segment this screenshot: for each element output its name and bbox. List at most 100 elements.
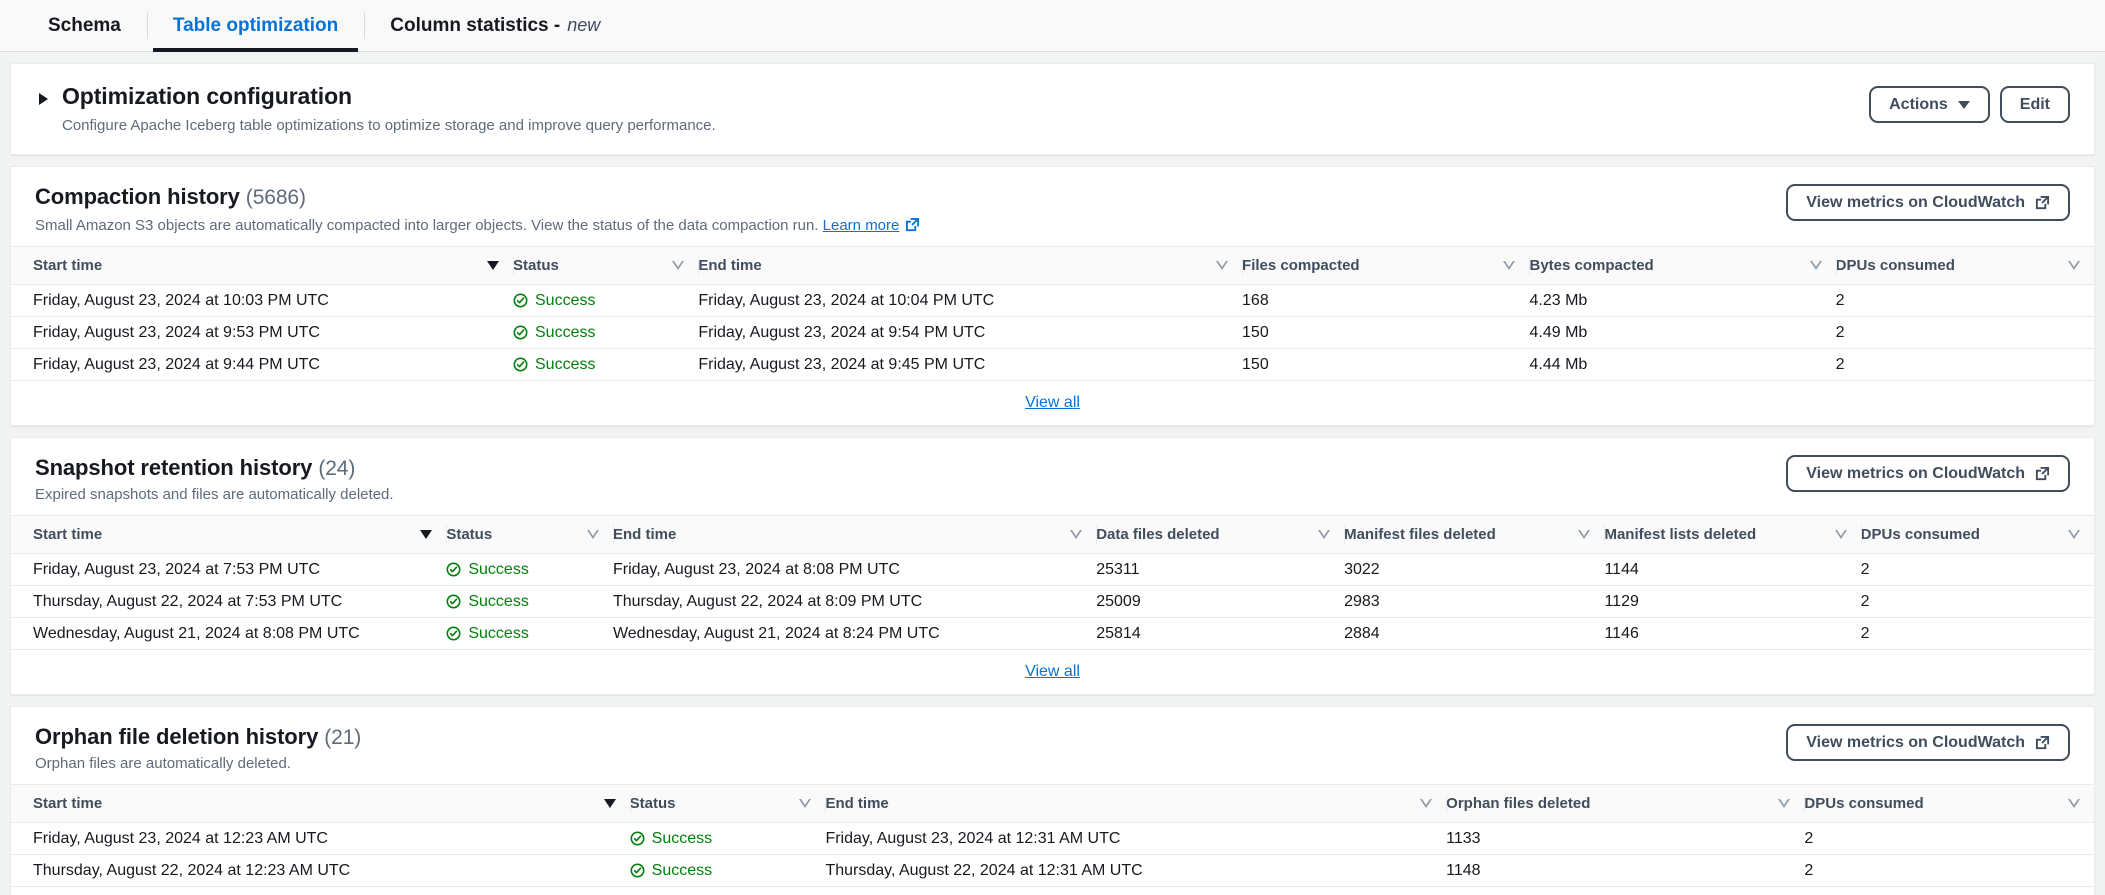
sort-descending-active-icon[interactable]	[604, 799, 616, 808]
sort-icon[interactable]	[2068, 799, 2080, 808]
compaction-history-header: Compaction history (5686)Small Amazon S3…	[11, 167, 2094, 246]
external-link-icon	[2035, 466, 2050, 481]
orphan-file-deletion-history-panel: Orphan file deletion history (21) Orphan …	[10, 706, 2095, 895]
column-header-bytes-compacted[interactable]: Bytes compacted	[1529, 247, 1835, 285]
table-row[interactable]: Thursday, August 22, 2024 at 12:23 AM UT…	[11, 855, 2094, 887]
sort-icon[interactable]	[2068, 530, 2080, 539]
sort-icon[interactable]	[672, 261, 684, 270]
table-cell: 1144	[1604, 554, 1860, 586]
table-optimization-page: SchemaTable optimizationColumn statistic…	[0, 0, 2105, 895]
table-row[interactable]: Wednesday, August 21, 2024 at 12:23 AM U…	[11, 887, 2094, 895]
view-metrics-on-cloudwatch-button[interactable]: View metrics on CloudWatch	[1786, 724, 2070, 761]
table-row[interactable]: Friday, August 23, 2024 at 9:53 PM UTC Su…	[11, 317, 2094, 349]
table-row[interactable]: Friday, August 23, 2024 at 9:44 PM UTCSu…	[11, 349, 2094, 381]
section-title: Snapshot retention history (24)	[35, 455, 1786, 481]
column-header-end-time[interactable]: End time	[698, 247, 1242, 285]
table-row[interactable]: Thursday, August 22, 2024 at 7:53 PM UTC…	[11, 586, 2094, 618]
sort-icon[interactable]	[1503, 261, 1515, 270]
success-check-icon	[446, 594, 461, 609]
column-header-dpus-consumed[interactable]: DPUs consumed	[1861, 516, 2094, 554]
view-metrics-on-cloudwatch-button[interactable]: View metrics on CloudWatch	[1786, 455, 2070, 492]
view-all-row: View all	[11, 381, 2094, 425]
tab-table-optimization[interactable]: Table optimization	[147, 0, 364, 51]
sort-descending-active-icon[interactable]	[420, 530, 432, 539]
actions-button-label: Actions	[1889, 96, 1948, 114]
edit-button[interactable]: Edit	[2000, 86, 2070, 123]
cloudwatch-button-label: View metrics on CloudWatch	[1806, 465, 2025, 483]
column-header-data-files-deleted[interactable]: Data files deleted	[1096, 516, 1344, 554]
column-header-orphan-files-deleted[interactable]: Orphan files deleted	[1446, 785, 1804, 823]
status-badge: Success	[630, 855, 826, 887]
view-metrics-on-cloudwatch-button[interactable]: View metrics on CloudWatch	[1786, 184, 2070, 221]
table-cell: Friday, August 23, 2024 at 12:23 AM UTC	[11, 823, 630, 855]
table-cell: 25311	[1096, 554, 1344, 586]
table-row[interactable]: Friday, August 23, 2024 at 10:03 PM UTCS…	[11, 285, 2094, 317]
column-header-status[interactable]: Status	[630, 785, 826, 823]
sort-icon[interactable]	[1318, 530, 1330, 539]
column-header-start-time[interactable]: Start time	[11, 516, 446, 554]
sort-descending-active-icon[interactable]	[487, 261, 499, 270]
table-row[interactable]: Friday, August 23, 2024 at 12:23 AM UTCS…	[11, 823, 2094, 855]
status-badge: Success	[513, 285, 698, 317]
column-header-label: Manifest lists deleted	[1604, 526, 1756, 543]
table-cell: Friday, August 23, 2024 at 9:53 PM UTC	[11, 317, 513, 349]
table-cell: Friday, August 23, 2024 at 7:53 PM UTC	[11, 554, 446, 586]
sort-icon[interactable]	[1578, 530, 1590, 539]
status-label: Success	[535, 324, 595, 342]
sort-icon[interactable]	[1070, 530, 1082, 539]
column-header-status[interactable]: Status	[446, 516, 613, 554]
section-title: Orphan file deletion history (21)	[35, 724, 1786, 750]
column-header-files-compacted[interactable]: Files compacted	[1242, 247, 1529, 285]
column-header-start-time[interactable]: Start time	[11, 785, 630, 823]
table-row[interactable]: Friday, August 23, 2024 at 7:53 PM UTCSu…	[11, 554, 2094, 586]
table-row[interactable]: Wednesday, August 21, 2024 at 8:08 PM UT…	[11, 618, 2094, 650]
table-cell: Friday, August 23, 2024 at 10:03 PM UTC	[11, 285, 513, 317]
column-header-manifest-files-deleted[interactable]: Manifest files deleted	[1344, 516, 1604, 554]
table-cell: 2	[1861, 586, 2094, 618]
history-sections: Compaction history (5686)Small Amazon S3…	[0, 166, 2105, 895]
success-check-icon	[446, 562, 461, 577]
sort-icon[interactable]	[2068, 261, 2080, 270]
column-header-label: End time	[613, 526, 676, 543]
view-all-link[interactable]: View all	[1025, 394, 1080, 412]
tab-column-statistics[interactable]: Column statistics -new	[364, 0, 626, 51]
actions-button[interactable]: Actions	[1869, 86, 1990, 123]
success-check-icon	[446, 626, 461, 641]
column-header-manifest-lists-deleted[interactable]: Manifest lists deleted	[1604, 516, 1860, 554]
table-header-row: Start timeStatusEnd time Data files delet…	[11, 516, 2094, 554]
sort-icon[interactable]	[1216, 261, 1228, 270]
column-header-label: DPUs consumed	[1804, 795, 1923, 812]
sort-icon[interactable]	[1778, 799, 1790, 808]
column-header-label: Bytes compacted	[1529, 257, 1653, 274]
tab-bar: SchemaTable optimizationColumn statistic…	[0, 0, 2105, 52]
section-item-count: (21)	[324, 726, 361, 749]
column-header-start-time[interactable]: Start time	[11, 247, 513, 285]
column-header-dpus-consumed[interactable]: DPUs consumed	[1804, 785, 2094, 823]
table-cell: 2	[1836, 317, 2094, 349]
column-header-status[interactable]: Status	[513, 247, 698, 285]
table-cell: 1146	[1604, 618, 1860, 650]
expand-collapse-caret-icon[interactable]	[39, 93, 48, 105]
sort-icon[interactable]	[799, 799, 811, 808]
sort-icon[interactable]	[1810, 261, 1822, 270]
view-all-link[interactable]: View all	[1025, 663, 1080, 681]
optimization-configuration-title: Optimization configuration	[62, 83, 716, 110]
table-cell: 2	[1804, 823, 2094, 855]
column-header-end-time[interactable]: End time	[825, 785, 1446, 823]
column-header-end-time[interactable]: End time	[613, 516, 1096, 554]
tab-schema[interactable]: Schema	[22, 0, 147, 51]
success-check-icon	[513, 357, 528, 372]
column-header-label: DPUs consumed	[1861, 526, 1980, 543]
sort-icon[interactable]	[587, 530, 599, 539]
sort-icon[interactable]	[1835, 530, 1847, 539]
column-header-dpus-consumed[interactable]: DPUs consumed	[1836, 247, 2094, 285]
optimization-configuration-description: Configure Apache Iceberg table optimizat…	[62, 117, 716, 134]
success-check-icon	[513, 325, 528, 340]
column-header-label: Data files deleted	[1096, 526, 1219, 543]
table-cell: 4.44 Mb	[1529, 349, 1835, 381]
sort-icon[interactable]	[1420, 799, 1432, 808]
learn-more-link[interactable]: Learn more	[823, 217, 900, 234]
table-cell: 4.23 Mb	[1529, 285, 1835, 317]
chevron-down-icon	[1958, 101, 1970, 109]
column-header-label: Status	[513, 257, 559, 274]
